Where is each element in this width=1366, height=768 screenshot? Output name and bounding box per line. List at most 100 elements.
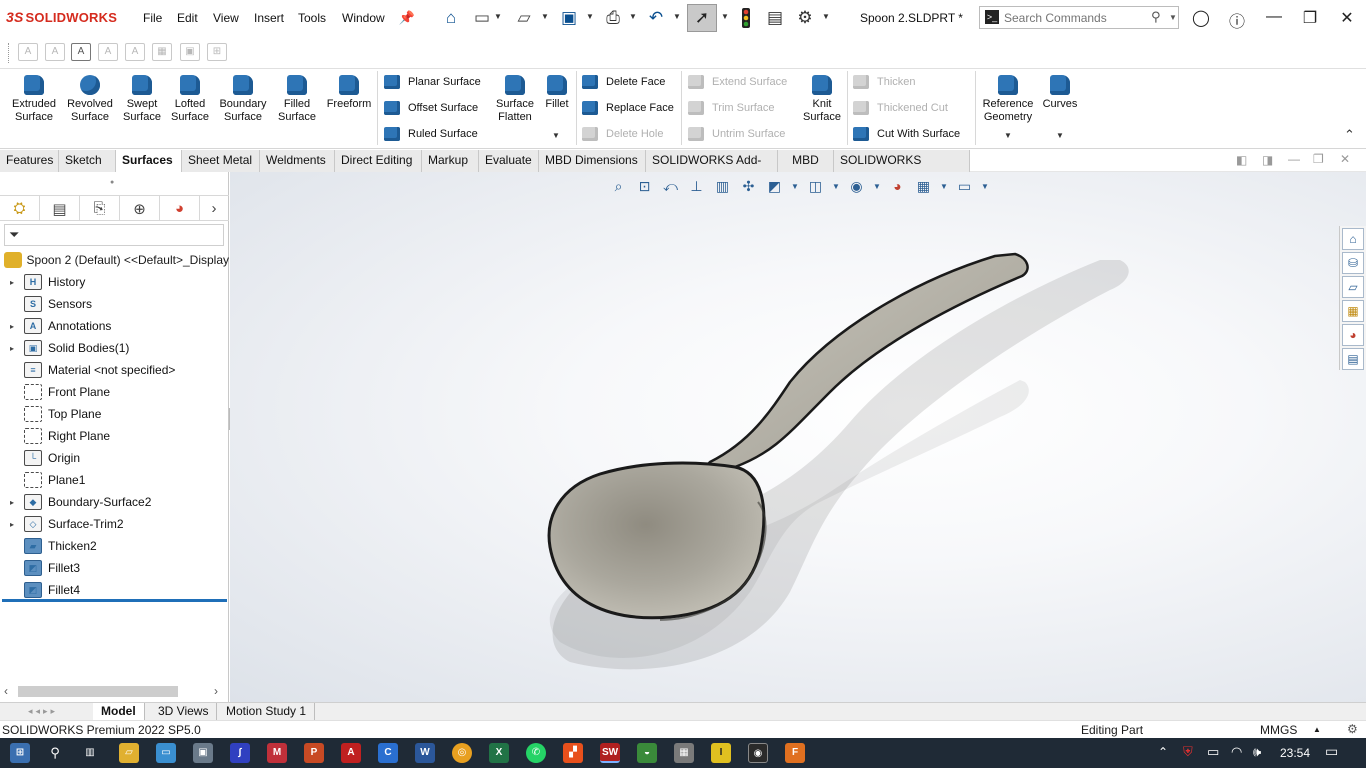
solidworks-taskbar-icon[interactable]: SW: [600, 743, 620, 763]
tree-root[interactable]: Spoon 2 (Default) <<Default>_Display: [4, 250, 229, 270]
app-icon-4[interactable]: ▞: [563, 743, 583, 763]
tab-markup[interactable]: Markup: [422, 150, 479, 172]
tile-left-icon[interactable]: ◧: [1236, 153, 1247, 167]
viewport-minimize-icon[interactable]: —: [1288, 152, 1300, 166]
tree-horizontal-scrollbar[interactable]: ‹ ›: [0, 682, 229, 700]
start-icon[interactable]: ⊞: [10, 743, 30, 763]
menu-file[interactable]: File: [143, 11, 162, 25]
tree-item-sensors[interactable]: S Sensors: [0, 293, 229, 315]
search-taskbar-icon[interactable]: ⚲: [45, 743, 65, 763]
swept-surface-button[interactable]: Swept Surface: [120, 75, 164, 124]
solidworks-resources-icon[interactable]: ⌂: [1342, 228, 1364, 250]
delete-face-button[interactable]: Delete Face: [582, 75, 665, 89]
tree-item-annotations[interactable]: ▸ A Annotations: [0, 315, 229, 337]
surface-finish-icon[interactable]: A: [98, 43, 118, 61]
lofted-surface-button[interactable]: Lofted Surface: [167, 75, 213, 124]
menu-edit[interactable]: Edit: [177, 11, 198, 25]
block-icon[interactable]: ⊞: [207, 43, 227, 61]
app-icon-c[interactable]: C: [378, 743, 398, 763]
options-dropdown-icon[interactable]: ▼: [822, 12, 830, 21]
expand-arrow-icon[interactable]: ▸: [6, 344, 18, 353]
tab-surfaces[interactable]: Surfaces: [116, 150, 182, 172]
surface-flatten-button[interactable]: Surface Flatten: [493, 75, 537, 124]
tree-item-thicken2[interactable]: ▰ Thicken2: [0, 535, 229, 557]
weld-symbol-icon[interactable]: A: [125, 43, 145, 61]
extruded-surface-button[interactable]: Extruded Surface: [8, 75, 60, 124]
tab-solidworks-add-ins[interactable]: SOLIDWORKS Add-Ins: [646, 150, 778, 188]
rebuild-icon[interactable]: [735, 7, 757, 29]
feature-manager-tab-icon[interactable]: ⛭: [0, 196, 40, 221]
graphics-area[interactable]: ⌕ ⊡ ⤺ ⊥ ▥ ✣ ◩ ▼ ◫ ▼ ◉ ▼ ◕ ▦ ▼ ▭ ▼: [230, 172, 1366, 702]
menu-window[interactable]: Window: [342, 11, 385, 25]
configuration-manager-tab-icon[interactable]: ⎘: [80, 196, 120, 221]
tree-item-plane1[interactable]: Plane1: [0, 469, 229, 491]
open-dropdown-icon[interactable]: ▼: [541, 12, 549, 21]
acrobat-icon[interactable]: A: [341, 743, 361, 763]
tab-scroll-arrows-icon[interactable]: ◂◂▸▸: [28, 706, 58, 717]
unit-system[interactable]: MMGS: [1260, 723, 1297, 737]
view-palette-icon[interactable]: ▦: [1342, 300, 1364, 322]
balloon-tool-icon[interactable]: A: [71, 43, 91, 61]
options-gear-icon[interactable]: ⚙: [794, 7, 816, 29]
reference-geometry-dropdown-icon[interactable]: ▼: [1004, 131, 1012, 140]
menu-insert[interactable]: Insert: [254, 11, 284, 25]
close-icon[interactable]: ✕: [1335, 8, 1359, 28]
expand-arrow-icon[interactable]: ▸: [6, 498, 18, 507]
tab-motion-study-1[interactable]: Motion Study 1: [218, 703, 316, 721]
word-icon[interactable]: W: [415, 743, 435, 763]
tab-features[interactable]: Features: [0, 150, 59, 172]
tree-item-fillet4[interactable]: ◩ Fillet4: [0, 579, 229, 601]
expand-arrow-icon[interactable]: ▸: [6, 520, 18, 529]
select-dropdown-icon[interactable]: ▼: [721, 12, 729, 21]
replace-face-button[interactable]: Replace Face: [582, 101, 674, 115]
tree-item-history[interactable]: ▸ H History: [0, 271, 229, 293]
select-icon[interactable]: ➚: [687, 4, 717, 32]
tab-sheet-metal[interactable]: Sheet Metal: [182, 150, 260, 172]
security-icon[interactable]: ⛨: [1183, 744, 1193, 760]
restore-icon[interactable]: ❐: [1298, 8, 1322, 28]
tree-filter-field[interactable]: ⏷: [4, 224, 224, 246]
tree-item-origin[interactable]: └ Origin: [0, 447, 229, 469]
toolbar-grip[interactable]: [8, 43, 11, 63]
notifications-icon[interactable]: ▭: [1325, 743, 1338, 760]
print-dropdown-icon[interactable]: ▼: [629, 12, 637, 21]
untrim-surface-button[interactable]: Untrim Surface: [688, 127, 785, 141]
taskbar-clock[interactable]: 23:54: [1280, 746, 1310, 760]
cut-with-surface-button[interactable]: Cut With Surface: [853, 127, 960, 141]
delete-hole-button[interactable]: Delete Hole: [582, 127, 663, 141]
curves-dropdown-icon[interactable]: ▼: [1056, 131, 1064, 140]
note-tool-icon[interactable]: A: [45, 43, 65, 61]
app-icon-7[interactable]: I: [711, 743, 731, 763]
app-icon-2[interactable]: ▣: [193, 743, 213, 763]
user-account-icon[interactable]: ◯: [1189, 8, 1213, 28]
appearances-scenes-icon[interactable]: ◕: [1342, 324, 1364, 346]
tree-item-top-plane[interactable]: Top Plane: [0, 403, 229, 425]
hatch-icon[interactable]: ▣: [180, 43, 200, 61]
tree-item-right-plane[interactable]: Right Plane: [0, 425, 229, 447]
freeform-button[interactable]: Freeform: [324, 75, 374, 111]
task-view-icon[interactable]: ▥: [80, 743, 100, 763]
scroll-left-icon[interactable]: ‹: [4, 684, 8, 698]
new-document-icon[interactable]: ▭: [471, 7, 493, 29]
save-dropdown-icon[interactable]: ▼: [586, 12, 594, 21]
tab-evaluate[interactable]: Evaluate: [479, 150, 539, 172]
home-icon[interactable]: ⌂: [440, 7, 462, 29]
knit-surface-button[interactable]: Knit Surface: [800, 75, 844, 124]
fillet-button[interactable]: Fillet: [540, 75, 574, 111]
undo-dropdown-icon[interactable]: ▼: [673, 12, 681, 21]
wifi-icon[interactable]: ◠: [1231, 744, 1242, 760]
property-manager-tab-icon[interactable]: ▤: [40, 196, 80, 221]
filled-surface-button[interactable]: Filled Surface: [274, 75, 320, 124]
tab-model[interactable]: Model: [93, 703, 145, 721]
display-manager-tab-icon[interactable]: ◕: [160, 196, 200, 221]
app-icon-8[interactable]: F: [785, 743, 805, 763]
viewport-restore-icon[interactable]: ❐: [1313, 152, 1324, 166]
unit-system-dropdown-icon[interactable]: ▲: [1313, 725, 1321, 734]
ruled-surface-button[interactable]: Ruled Surface: [384, 127, 478, 141]
new-dropdown-icon[interactable]: ▼: [494, 12, 502, 21]
collapse-ribbon-icon[interactable]: ⌃: [1344, 127, 1355, 143]
visual-studio-icon[interactable]: ∫: [230, 743, 250, 763]
tile-right-icon[interactable]: ◨: [1262, 153, 1273, 167]
tab-sketch[interactable]: Sketch: [59, 150, 116, 172]
file-explorer-taskbar-icon[interactable]: ▱: [119, 743, 139, 763]
